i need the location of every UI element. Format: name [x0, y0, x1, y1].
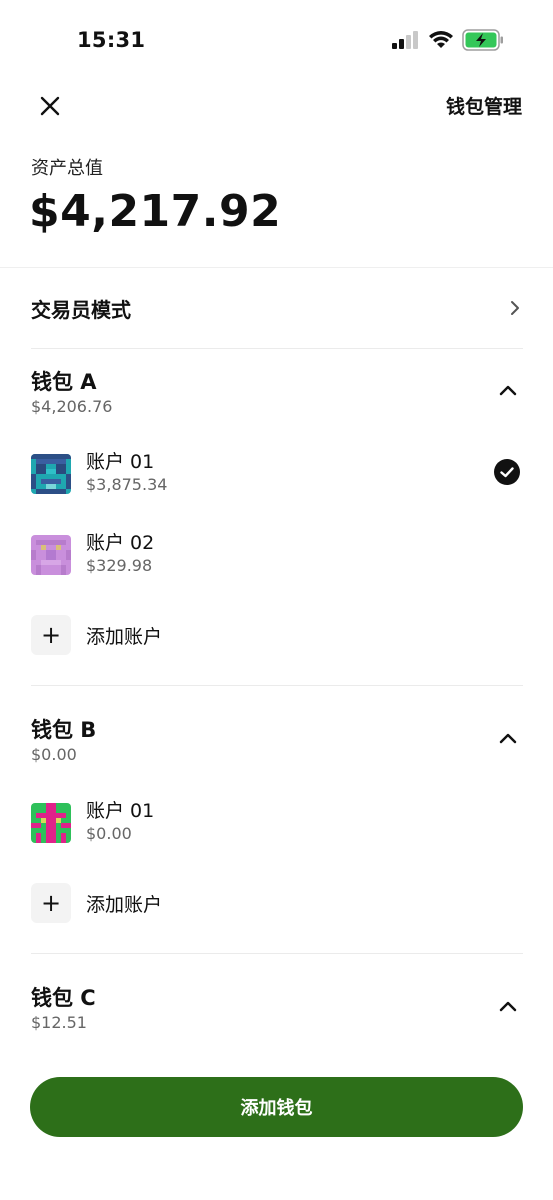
wallet-balance: $4,206.76	[31, 397, 113, 416]
trader-mode-row[interactable]: 交易员模式	[31, 276, 523, 340]
checkmark-selected-icon	[494, 459, 520, 485]
total-assets-value: $4,217.92	[29, 186, 282, 237]
section-divider	[0, 267, 553, 268]
wallet-a-account-01[interactable]: 账户 01 $3,875.34	[31, 447, 523, 503]
close-icon	[40, 96, 60, 116]
account-avatar-icon	[31, 535, 71, 575]
account-avatar-icon	[31, 803, 71, 843]
wallet-balance: $0.00	[31, 745, 77, 764]
wallet-b-account-01[interactable]: 账户 01 $0.00	[31, 796, 523, 852]
account-balance: $3,875.34	[86, 475, 168, 494]
account-name: 账户 02	[86, 532, 155, 554]
row-divider	[31, 953, 523, 954]
wallet-b-add-account-button[interactable]: + 添加账户	[31, 882, 523, 924]
status-time: 15:31	[77, 28, 146, 52]
add-account-label: 添加账户	[86, 893, 163, 916]
wallet-manage-button[interactable]: 钱包管理	[446, 92, 522, 119]
app-screen: 15:31 钱包管理 资产总值 $4,217.92 交易员模式 钱包 A $4,…	[0, 0, 553, 1200]
account-name: 账户 01	[86, 451, 155, 473]
battery-charging-icon	[462, 29, 503, 51]
account-avatar-icon	[31, 454, 71, 494]
wallet-c-header[interactable]: 钱包 C $12.51	[31, 982, 523, 1042]
account-balance: $329.98	[86, 556, 153, 575]
account-balance: $0.00	[86, 824, 132, 843]
row-divider	[31, 348, 523, 349]
plus-icon: +	[31, 883, 71, 923]
wallet-name: 钱包 C	[31, 986, 96, 1010]
total-assets-label: 资产总值	[31, 158, 103, 179]
trader-mode-label: 交易员模式	[31, 297, 131, 322]
chevron-up-icon[interactable]	[498, 730, 518, 746]
wallet-a-header[interactable]: 钱包 A $4,206.76	[31, 366, 523, 426]
chevron-up-icon[interactable]	[498, 998, 518, 1014]
chevron-right-icon	[511, 301, 519, 315]
close-button[interactable]	[34, 90, 66, 122]
wifi-icon	[429, 31, 453, 48]
wallet-b-header[interactable]: 钱包 B $0.00	[31, 714, 523, 774]
wallet-name: 钱包 B	[31, 718, 97, 742]
plus-icon: +	[31, 615, 71, 655]
signal-icon	[392, 31, 418, 49]
chevron-up-icon[interactable]	[498, 382, 518, 398]
add-wallet-button[interactable]: 添加钱包	[30, 1077, 523, 1137]
wallet-a-account-02[interactable]: 账户 02 $329.98	[31, 528, 523, 584]
wallet-name: 钱包 A	[31, 370, 97, 394]
wallet-a-add-account-button[interactable]: + 添加账户	[31, 614, 523, 656]
row-divider	[31, 685, 523, 686]
add-account-label: 添加账户	[86, 625, 163, 648]
status-bar: 15:31	[0, 0, 553, 80]
account-name: 账户 01	[86, 800, 155, 822]
wallet-balance: $12.51	[31, 1013, 87, 1032]
